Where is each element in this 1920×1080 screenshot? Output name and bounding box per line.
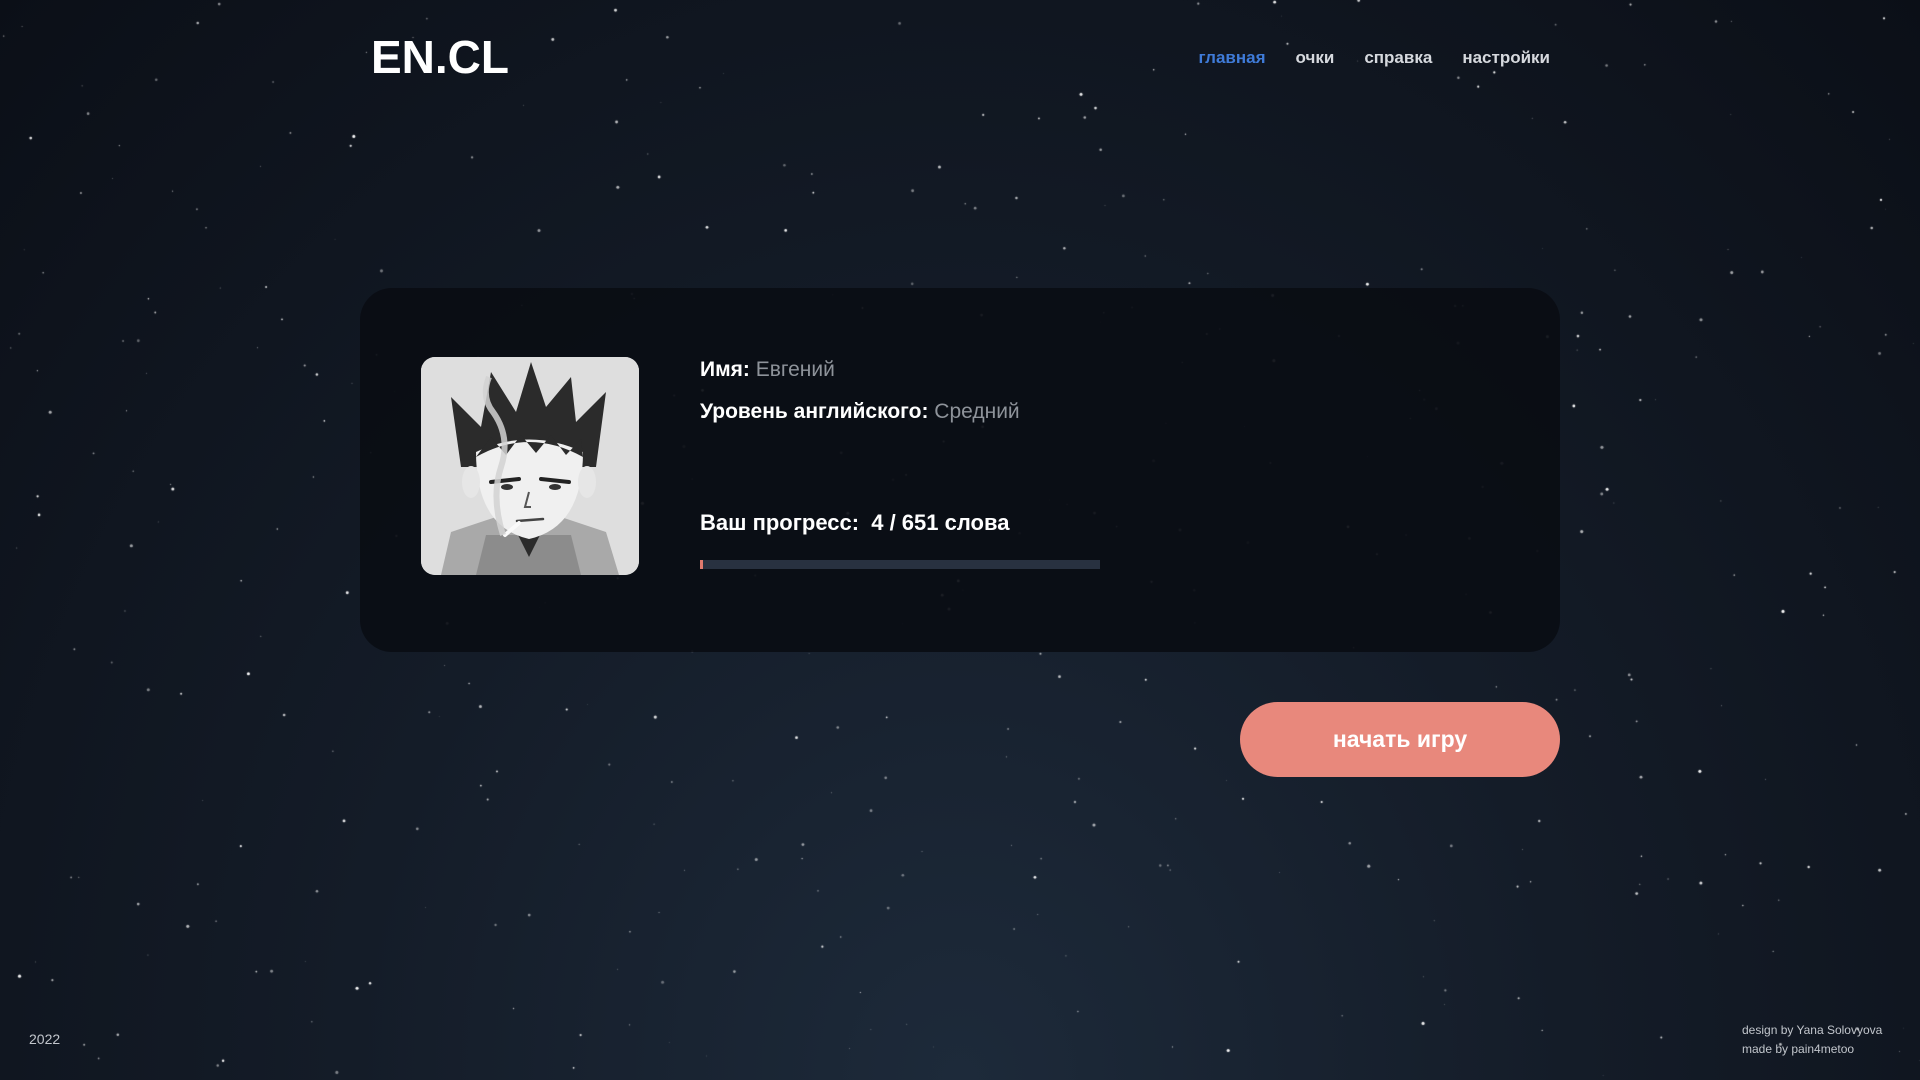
app-logo[interactable]: EN.CL	[371, 30, 509, 84]
progress-label: Ваш прогресс:	[700, 510, 860, 535]
nav-item-settings[interactable]: настройки	[1462, 48, 1550, 68]
start-game-button[interactable]: начать игру	[1240, 702, 1560, 777]
progress-summary: Ваш прогресс: 4 / 651 слова	[700, 510, 1009, 536]
progress-bar	[700, 560, 1100, 569]
avatar-portrait-image	[421, 357, 639, 575]
progress-bar-fill	[700, 560, 703, 569]
nav-item-help[interactable]: справка	[1364, 48, 1432, 68]
progress-value: 4 / 651 слова	[871, 510, 1010, 535]
main-nav: главная очки справка настройки	[1199, 48, 1550, 68]
nav-item-scores[interactable]: очки	[1296, 48, 1335, 68]
design-credit: design by Yana Solovyova	[1742, 1023, 1883, 1037]
name-value: Евгений	[755, 358, 835, 381]
nav-item-home[interactable]: главная	[1199, 48, 1266, 68]
level-value: Средний	[934, 400, 1020, 423]
name-label: Имя:	[700, 358, 750, 381]
footer-credits: design by Yana Solovyova made by pain4me…	[1742, 1021, 1882, 1059]
avatar	[421, 357, 639, 575]
profile-info: Имя: Евгений Уровень английского: Средни…	[700, 358, 1020, 442]
level-label: Уровень английского:	[700, 400, 929, 423]
name-row: Имя: Евгений	[700, 358, 1020, 382]
made-credit: made by pain4metoo	[1742, 1042, 1855, 1056]
profile-card: Имя: Евгений Уровень английского: Средни…	[360, 288, 1560, 652]
footer-year: 2022	[29, 1031, 61, 1047]
level-row: Уровень английского: Средний	[700, 400, 1020, 424]
